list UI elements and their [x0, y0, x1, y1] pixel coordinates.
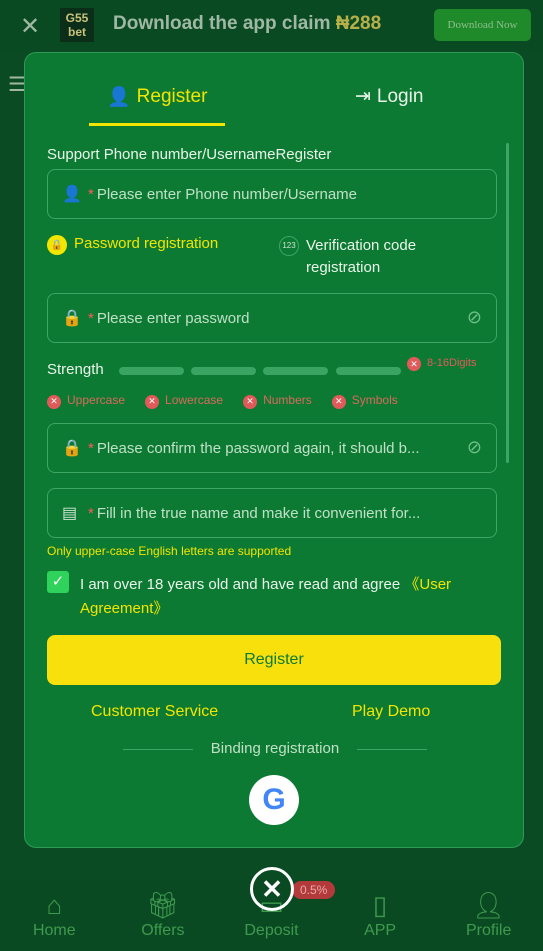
username-input[interactable]: 👤 * Please enter Phone number/Username — [47, 169, 497, 219]
rule-lowercase: ✕ Lowercase — [145, 393, 223, 409]
nav-label: Profile — [465, 922, 512, 939]
gift-icon: 🎁︎ — [146, 890, 180, 920]
download-now-button[interactable]: Download Now — [434, 9, 531, 41]
rule-symbols: ✕ Symbols — [331, 393, 398, 409]
nav-home[interactable]: ⌂ Home — [9, 880, 99, 951]
nav-label: APP — [364, 922, 397, 939]
code-icon: 123 — [279, 236, 299, 256]
digits-rule: ✕ 8-16Digits — [407, 357, 487, 371]
nav-profile[interactable]: 👤︎ Profile — [444, 880, 534, 951]
error-icon: ✕ — [145, 394, 160, 409]
confirm-password-input[interactable]: 🔒 * Please confirm the password again, it … — [47, 423, 497, 473]
scrollbar[interactable] — [506, 143, 509, 463]
password-registration-option[interactable]: 🔒 Password registration — [47, 235, 218, 255]
password-rules: ✕ Uppercase ✕ Lowercase ✕ Numbers ✕ Symbols — [47, 393, 398, 409]
phone-icon: ▯ — [372, 890, 388, 920]
rule-text: Numbers — [263, 393, 312, 407]
strength-bar — [336, 367, 401, 375]
confirm-placeholder: Please confirm the password again, it sh… — [96, 439, 420, 457]
nav-label: Offers — [141, 922, 185, 939]
username-placeholder: Please enter Phone number/Username — [96, 185, 357, 203]
agree-text: I am over 18 years old and have read and… — [80, 576, 405, 593]
lock-icon: 🔒 — [62, 310, 82, 327]
lock-icon: 🔒 — [62, 440, 82, 457]
logo: G55 bet — [60, 8, 94, 42]
rule-text: Uppercase — [67, 393, 126, 407]
nav-app[interactable]: ▯ APP — [335, 880, 425, 951]
banner-text: Download the app claim — [113, 13, 331, 34]
name-placeholder: Fill in the true name and make it conven… — [96, 504, 421, 522]
home-icon: ⌂ — [46, 890, 63, 920]
nav-label: Deposit — [244, 922, 299, 939]
close-banner-icon[interactable]: ✕ — [20, 12, 40, 41]
digits-rule-text: 8-16Digits — [427, 357, 477, 369]
lock-icon: 🔒 — [47, 235, 67, 255]
tab-login[interactable]: ⇥ Login — [355, 85, 423, 108]
verification-registration-option[interactable]: 123 Verification code registration — [279, 235, 479, 279]
binding-registration-label: Binding registration — [25, 740, 525, 757]
agree-checkbox[interactable]: ✓ — [47, 571, 69, 593]
rule-numbers: ✕ Numbers — [243, 393, 312, 409]
play-demo-link[interactable]: Play Demo — [352, 703, 430, 721]
active-tab-indicator — [89, 123, 225, 126]
error-icon: ✕ — [331, 394, 346, 409]
register-button[interactable]: Register — [47, 635, 501, 685]
deposit-badge: 0.5% — [292, 881, 336, 899]
name-note: Only upper-case English letters are supp… — [47, 544, 292, 558]
strength-bar — [263, 367, 328, 375]
strength-label: Strength — [47, 361, 104, 378]
agreement-text: I am over 18 years old and have read and… — [80, 573, 500, 621]
register-modal: 👤 Register ⇥ Login Support Phone number/Us… — [24, 52, 524, 848]
error-icon: ✕ — [47, 394, 61, 409]
password-placeholder: Please enter password — [96, 309, 250, 327]
verification-registration-label: Verification code registration — [306, 237, 417, 276]
eye-off-icon[interactable]: ⊘ — [467, 437, 482, 458]
strength-bar — [119, 367, 184, 375]
login-icon: ⇥ — [355, 86, 371, 107]
user-icon: 👤 — [62, 186, 82, 203]
banner-amount: ₦288 — [335, 13, 382, 34]
error-icon: ✕ — [407, 357, 421, 371]
password-registration-label: Password registration — [74, 235, 219, 252]
close-modal-icon[interactable]: ✕ — [250, 867, 294, 911]
download-banner: ✕ G55 bet Download the app claim ₦288 Dow… — [0, 0, 543, 50]
user-icon: 👤︎ — [472, 890, 506, 920]
real-name-input[interactable]: ▤ * Fill in the true name and make it conv… — [47, 488, 497, 538]
rule-text: Lowercase — [165, 393, 224, 407]
user-add-icon: 👤 — [107, 87, 131, 108]
rule-uppercase: ✕ Uppercase — [47, 393, 125, 409]
nav-offers[interactable]: 🎁︎ Offers — [118, 880, 208, 951]
banner-title: Download the app claim ₦288 — [113, 13, 381, 35]
tab-login-label: Login — [376, 85, 424, 107]
tab-register[interactable]: 👤 Register — [107, 85, 207, 109]
customer-service-link[interactable]: Customer Service — [91, 703, 218, 721]
nav-label: Home — [32, 922, 76, 939]
strength-bar — [191, 367, 256, 375]
rule-text: Symbols — [351, 393, 398, 407]
google-icon[interactable]: G — [249, 775, 299, 825]
password-input[interactable]: 🔒 * Please enter password ⊘ — [47, 293, 497, 343]
id-card-icon: ▤ — [62, 505, 78, 522]
form-label: Support Phone number/UsernameRegister — [47, 146, 332, 163]
error-icon: ✕ — [243, 394, 258, 409]
eye-off-icon[interactable]: ⊘ — [467, 307, 482, 328]
tab-register-label: Register — [136, 86, 208, 107]
